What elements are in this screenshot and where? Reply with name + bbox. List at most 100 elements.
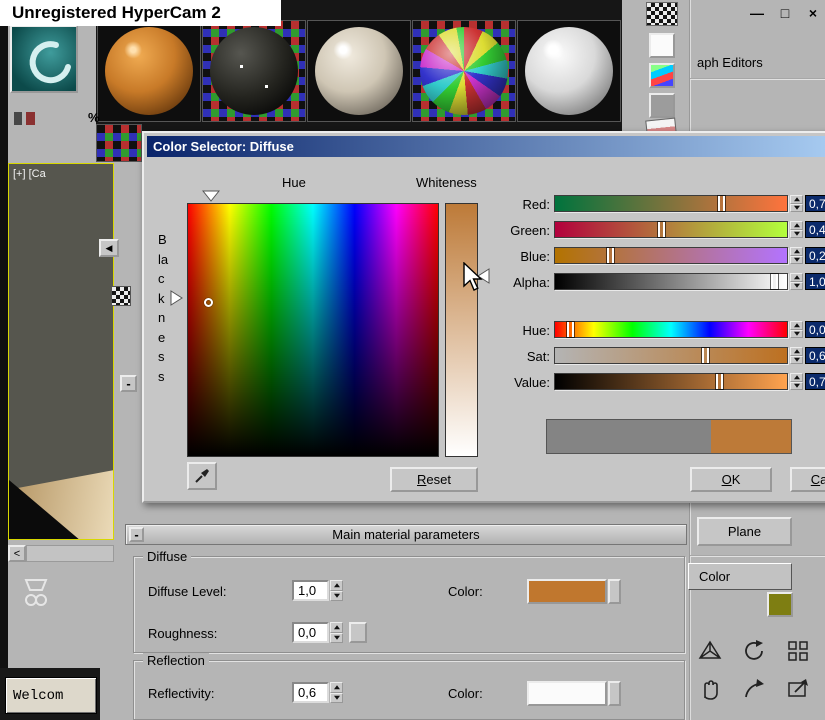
- arc-rotate-icon[interactable]: [741, 638, 767, 664]
- reflection-color-swatch[interactable]: [527, 681, 607, 706]
- red-slider-handle[interactable]: [718, 196, 726, 211]
- hue-slider-handle[interactable]: [567, 322, 575, 337]
- eyedropper-icon: [195, 469, 209, 483]
- minimize-button[interactable]: —: [746, 4, 768, 22]
- reflectivity-input[interactable]: 0,6: [292, 682, 329, 703]
- collapse-glyph: -: [126, 376, 131, 391]
- roughness-spinner[interactable]: [330, 622, 343, 643]
- color-map-button[interactable]: Color: [688, 563, 792, 590]
- material-slot-2[interactable]: [202, 20, 306, 122]
- cancel-label: Cancel: [810, 471, 825, 487]
- blackness-label: Blackness: [158, 232, 169, 384]
- diffuse-level-input[interactable]: 1,0: [292, 580, 329, 601]
- percent-icon[interactable]: %: [88, 110, 100, 125]
- show-background-toggle-icon[interactable]: [111, 286, 131, 306]
- viewport-camera[interactable]: [+] [Ca: [8, 163, 114, 540]
- color-palette-icon[interactable]: [649, 63, 675, 88]
- material-slot-4[interactable]: [412, 20, 516, 122]
- arc-arrow-icon[interactable]: [741, 676, 767, 702]
- checkered-background-icon[interactable]: [646, 2, 678, 26]
- material-prev-button[interactable]: ◀: [99, 239, 119, 257]
- sparkle: [240, 65, 243, 68]
- diffuse-color-swatch[interactable]: [527, 579, 607, 604]
- dialog-titlebar[interactable]: Color Selector: Diffuse: [147, 136, 825, 157]
- olive-color-swatch[interactable]: [767, 592, 793, 617]
- red-spinner[interactable]: [790, 195, 803, 212]
- alpha-spinner[interactable]: [790, 273, 803, 290]
- material-sphere-orange: [105, 27, 193, 115]
- blue-slider-track[interactable]: [554, 247, 788, 264]
- plane-button[interactable]: Plane: [697, 517, 792, 546]
- array-grid-icon[interactable]: [785, 638, 811, 664]
- welcome-window[interactable]: Welcom: [5, 677, 97, 714]
- hue-marker[interactable]: [202, 190, 220, 202]
- pan-hand-icon[interactable]: [697, 676, 723, 702]
- region-zoom-icon[interactable]: [785, 676, 811, 702]
- material-slot-3[interactable]: [307, 20, 411, 122]
- green-slider-track[interactable]: [554, 221, 788, 238]
- value-slider-track[interactable]: [554, 373, 788, 390]
- red-slider-track[interactable]: [554, 195, 788, 212]
- alpha-slider-track[interactable]: [554, 273, 788, 290]
- diffuse-group-title: Diffuse: [143, 549, 192, 564]
- hue-blackness-field[interactable]: [187, 203, 439, 457]
- material-slot-5[interactable]: [517, 20, 621, 122]
- material-slot-1[interactable]: [97, 20, 201, 122]
- alpha-value-input[interactable]: 1,0: [805, 273, 825, 290]
- value-slider-handle[interactable]: [715, 374, 723, 389]
- hue-slider-track[interactable]: [554, 321, 788, 338]
- geometry-prism-icon[interactable]: [697, 638, 723, 664]
- blue-value-input[interactable]: 0,2: [805, 247, 825, 264]
- reset-label: Reset: [417, 471, 451, 487]
- blue-spinner[interactable]: [790, 247, 803, 264]
- hidden-rollout-collapse-button[interactable]: -: [120, 375, 137, 392]
- viewport-label[interactable]: [+] [Ca: [13, 168, 46, 180]
- roughness-input[interactable]: 0,0: [292, 622, 329, 643]
- diffuse-level-spinner[interactable]: [330, 580, 343, 601]
- welcome-text: Welcom: [13, 687, 64, 704]
- diffuse-color-label: Color:: [448, 584, 483, 599]
- reflection-map-nub-button[interactable]: [608, 681, 621, 706]
- reflectivity-spinner[interactable]: [330, 682, 343, 703]
- blue-slider-handle[interactable]: [606, 248, 614, 263]
- material-slot-row2-partial[interactable]: [96, 124, 142, 162]
- dialog-title: Color Selector: Diffuse: [153, 139, 294, 154]
- eyedropper-button[interactable]: [187, 462, 217, 490]
- value-value-input[interactable]: 0,7: [805, 373, 825, 390]
- menubar-groove: [690, 78, 825, 80]
- maximize-button[interactable]: □: [774, 4, 796, 22]
- hue-value-input[interactable]: 0,0: [805, 321, 825, 338]
- reset-button[interactable]: Reset: [390, 467, 478, 492]
- cancel-button[interactable]: Cancel: [790, 467, 825, 492]
- blackness-marker[interactable]: [170, 290, 183, 306]
- green-slider-handle[interactable]: [657, 222, 665, 237]
- green-spinner[interactable]: [790, 221, 803, 238]
- rollout-header[interactable]: Main material parameters: [125, 524, 687, 545]
- schematic-bone-icon[interactable]: [22, 576, 50, 608]
- red-value-input[interactable]: 0,7: [805, 195, 825, 212]
- logo-swirl-icon: [29, 41, 71, 84]
- hue-spinner[interactable]: [790, 321, 803, 338]
- diffuse-map-nub-button[interactable]: [608, 579, 621, 604]
- green-value-input[interactable]: 0,4: [805, 221, 825, 238]
- scroll-left-button[interactable]: <: [8, 545, 26, 562]
- sat-slider-handle[interactable]: [701, 348, 709, 363]
- plane-button-label: Plane: [727, 524, 762, 539]
- scroll-track[interactable]: [26, 545, 114, 562]
- ok-button[interactable]: OK: [690, 467, 772, 492]
- close-button[interactable]: ×: [802, 4, 824, 22]
- sparkle: [265, 85, 268, 88]
- toolbar-mark2-icon[interactable]: [26, 112, 35, 125]
- sat-spinner[interactable]: [790, 347, 803, 364]
- gray-tool-button[interactable]: [649, 93, 675, 118]
- sat-slider-track[interactable]: [554, 347, 788, 364]
- toolbar-mark-icon[interactable]: [14, 112, 22, 125]
- sat-value-input[interactable]: 0,6: [805, 347, 825, 364]
- red-slider-label: Red:: [522, 197, 550, 212]
- roughness-map-button[interactable]: [349, 622, 367, 643]
- value-spinner[interactable]: [790, 373, 803, 390]
- alpha-slider-handle[interactable]: [771, 274, 779, 289]
- menu-graph-editors[interactable]: aph Editors: [697, 55, 763, 70]
- blank-tool-button[interactable]: [649, 33, 675, 58]
- rollout-collapse-button[interactable]: -: [129, 527, 144, 542]
